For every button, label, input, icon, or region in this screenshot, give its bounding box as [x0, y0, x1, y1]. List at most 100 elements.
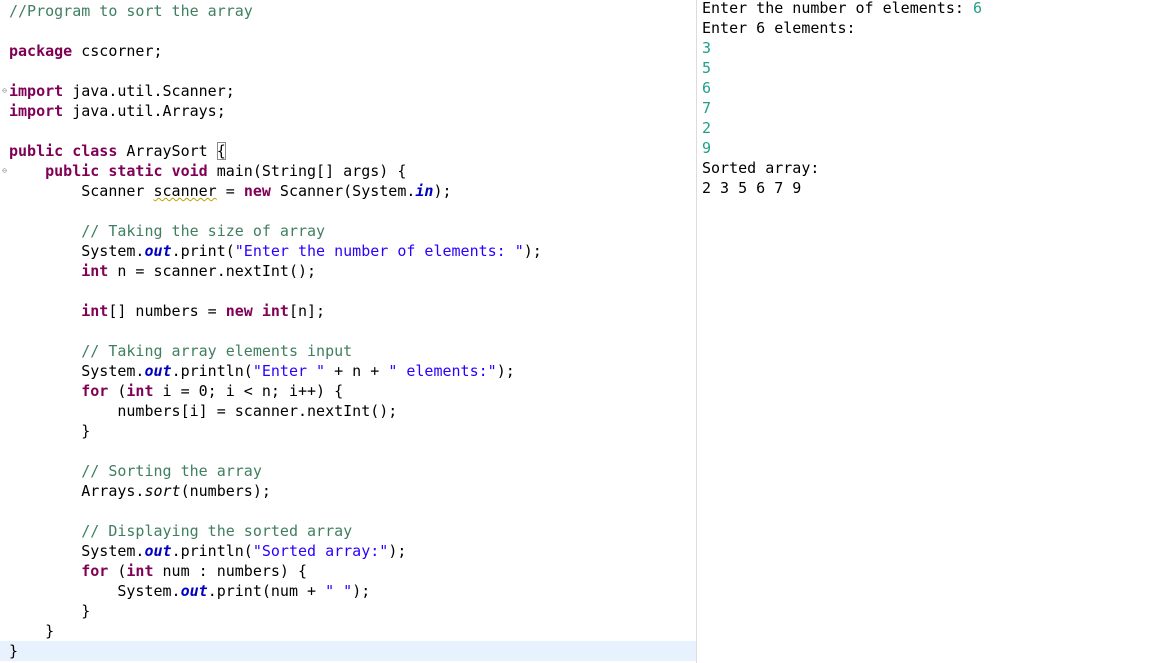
code-keyword: int: [81, 302, 109, 320]
code-token: out: [144, 542, 172, 560]
code-comment: //Program to sort the array: [9, 2, 253, 20]
code-line[interactable]: import java.util.Arrays;: [0, 101, 696, 121]
code-keyword: package: [9, 42, 73, 60]
code-keyword: for: [81, 382, 109, 400]
code-line[interactable]: System.out.println("Sorted array:");: [0, 541, 696, 561]
code-line[interactable]: [0, 61, 696, 81]
fold-marker-icon[interactable]: ⊖: [0, 81, 9, 101]
code-line[interactable]: // Taking the size of array: [0, 221, 696, 241]
code-line[interactable]: [0, 121, 696, 141]
code-line[interactable]: System.out.print("Enter the number of el…: [0, 241, 696, 261]
code-token: {: [216, 142, 226, 160]
console-line: 5: [702, 58, 711, 78]
code-line[interactable]: [0, 501, 696, 521]
code-line[interactable]: }: [0, 641, 696, 661]
code-token: }: [9, 622, 55, 640]
code-line[interactable]: }: [0, 421, 696, 441]
code-line[interactable]: [0, 441, 696, 461]
code-line[interactable]: public static void main(String[] args) {: [0, 161, 696, 181]
code-comment: // Sorting the array: [81, 462, 262, 480]
code-keyword: int: [126, 382, 154, 400]
code-line[interactable]: int n = scanner.nextInt();: [0, 261, 696, 281]
code-token: num : numbers) {: [153, 562, 308, 580]
code-line[interactable]: //Program to sort the array: [0, 1, 696, 21]
code-keyword: int: [81, 262, 109, 280]
code-string: "Enter ": [252, 362, 326, 380]
code-token: [n];: [288, 302, 326, 320]
code-keyword: static: [108, 162, 163, 180]
console-output[interactable]: Enter the number of elements: 6 Enter 6 e…: [698, 0, 1175, 663]
code-line[interactable]: [0, 201, 696, 221]
code-line[interactable]: public class ArraySort {: [0, 141, 696, 161]
code-token: =: [216, 182, 244, 200]
code-token: System.: [9, 582, 181, 600]
code-token: java.util.Scanner;: [63, 82, 235, 100]
code-line[interactable]: [0, 281, 696, 301]
code-token: n = scanner.nextInt();: [108, 262, 317, 280]
code-string: "Enter the number of elements: ": [234, 242, 524, 260]
console-user-input: 6: [972, 0, 982, 17]
code-keyword: new: [243, 182, 271, 200]
console-user-input: 5: [702, 59, 712, 77]
console-user-input: 7: [702, 99, 712, 117]
code-line[interactable]: import java.util.Scanner;: [0, 81, 696, 101]
console-line: Enter 6 elements:: [702, 18, 856, 38]
code-token: Arrays.: [9, 482, 145, 500]
console-program-output: Sorted array:: [702, 159, 820, 177]
code-token: scanner: [153, 182, 217, 200]
code-keyword: void: [171, 162, 208, 180]
code-line[interactable]: Arrays.sort(numbers);: [0, 481, 696, 501]
console-line: 6: [702, 78, 711, 98]
code-token: (numbers);: [180, 482, 271, 500]
code-line[interactable]: System.out.println("Enter " + n + " elem…: [0, 361, 696, 381]
code-token: (: [108, 562, 127, 580]
code-token: );: [388, 542, 407, 560]
console-line: 3: [702, 38, 711, 58]
code-token: Scanner: [9, 182, 154, 200]
code-token: java.util.Arrays;: [63, 102, 226, 120]
code-token: in: [415, 182, 434, 200]
code-line[interactable]: package cscorner;: [0, 41, 696, 61]
console-line: 2 3 5 6 7 9: [702, 178, 810, 198]
code-line[interactable]: // Taking array elements input: [0, 341, 696, 361]
code-keyword: for: [81, 562, 109, 580]
code-token: );: [352, 582, 371, 600]
code-comment: // Displaying the sorted array: [81, 522, 353, 540]
code-token: }: [9, 422, 91, 440]
code-token: .println(: [171, 542, 253, 560]
code-editor[interactable]: //Program to sort the array package cscor…: [0, 0, 697, 663]
code-token: + n +: [325, 362, 389, 380]
code-token: numbers[i] = scanner.nextInt();: [9, 402, 398, 420]
code-line[interactable]: numbers[i] = scanner.nextInt();: [0, 401, 696, 421]
code-line[interactable]: }: [0, 621, 696, 641]
code-line[interactable]: for (int i = 0; i < n; i++) {: [0, 381, 696, 401]
code-token: .println(: [171, 362, 253, 380]
code-keyword: class: [72, 142, 118, 160]
code-token: }: [9, 602, 91, 620]
code-token: main(String[] args) {: [207, 162, 407, 180]
code-line[interactable]: [0, 321, 696, 341]
code-line[interactable]: for (int num : numbers) {: [0, 561, 696, 581]
code-token: cscorner;: [72, 42, 163, 60]
code-line[interactable]: }: [0, 601, 696, 621]
code-token: (: [108, 382, 127, 400]
code-line[interactable]: // Displaying the sorted array: [0, 521, 696, 541]
code-string: " ": [325, 582, 353, 600]
code-line[interactable]: int[] numbers = new int[n];: [0, 301, 696, 321]
code-line[interactable]: // Sorting the array: [0, 461, 696, 481]
code-token: );: [496, 362, 515, 380]
code-line[interactable]: Scanner scanner = new Scanner(System.in)…: [0, 181, 696, 201]
fold-marker-icon[interactable]: ⊖: [0, 161, 9, 181]
code-token: System.: [9, 362, 145, 380]
code-line[interactable]: System.out.print(num + " ");: [0, 581, 696, 601]
console-user-input: 6: [702, 79, 712, 97]
code-comment: // Taking array elements input: [81, 342, 353, 360]
code-line[interactable]: [0, 21, 696, 41]
code-token: ArraySort: [117, 142, 217, 160]
